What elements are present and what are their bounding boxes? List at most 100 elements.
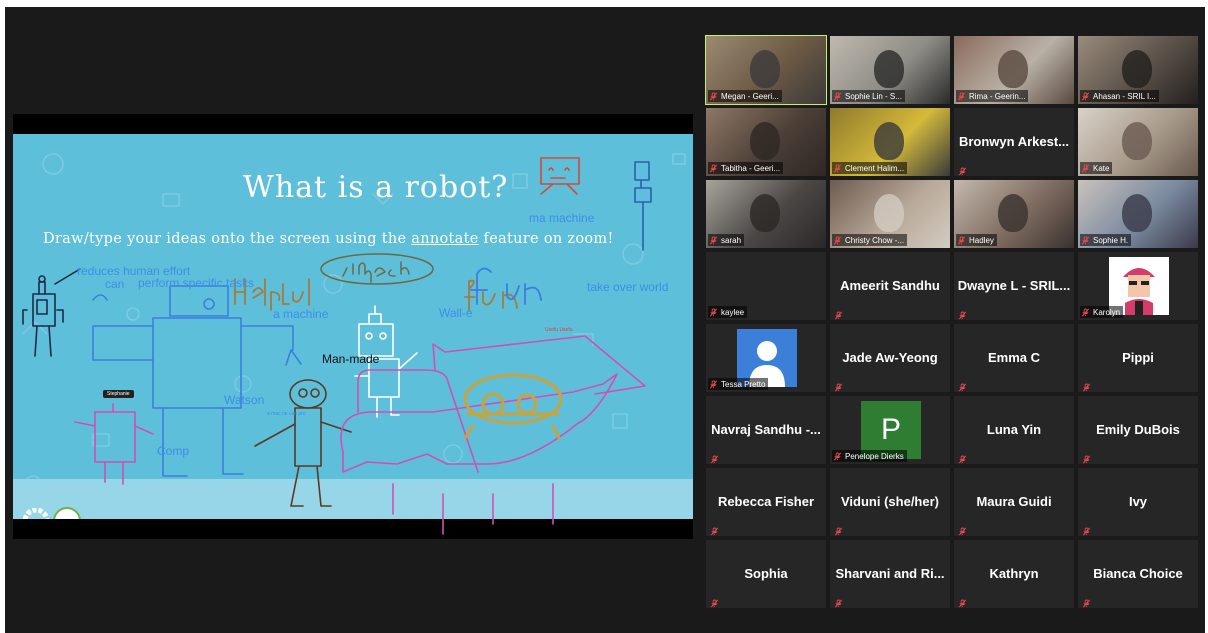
muted-mic-icon: [833, 235, 842, 245]
participant-tile[interactable]: Tabitha - Geeri...: [706, 108, 826, 176]
participant-tile[interactable]: Emma C: [954, 324, 1074, 392]
annotation-man-made: Man-made: [322, 352, 380, 366]
muted-mic-icon: [1082, 595, 1091, 608]
participant-name: Kate: [1093, 163, 1110, 173]
muted-mic-icon: [709, 163, 718, 173]
muted-mic-icon: [834, 595, 843, 608]
participant-tile[interactable]: Tessa Pretto: [706, 324, 826, 392]
participant-tile[interactable]: Clement Halim...: [830, 108, 950, 176]
participant-name: Sophie H.: [1093, 235, 1129, 245]
participant-tile[interactable]: Hadley: [954, 180, 1074, 248]
participant-name: Maura Guidi: [976, 494, 1052, 509]
participant-silhouette: [874, 122, 904, 160]
participant-tile[interactable]: Kate: [1078, 108, 1198, 176]
participant-tile[interactable]: Kathryn: [954, 540, 1074, 608]
annotation-small-note: a mac ne can pro: [267, 411, 306, 417]
participant-name-label: Christy Chow -...: [832, 234, 908, 246]
muted-mic-icon: [1081, 307, 1090, 317]
participant-tile[interactable]: Rebecca Fisher: [706, 468, 826, 536]
participant-silhouette: [998, 194, 1028, 232]
participant-tile[interactable]: Rima - Geerin...: [954, 36, 1074, 104]
muted-mic-icon: [833, 451, 842, 461]
participant-tile[interactable]: Sophia: [706, 540, 826, 608]
participant-name: Navraj Sandhu -...: [711, 422, 821, 437]
muted-mic-icon: [1081, 163, 1090, 173]
muted-mic-icon: [1082, 523, 1091, 536]
participant-name: Viduni (she/her): [841, 494, 939, 509]
participant-name: Ahasan - SRIL I...: [1093, 91, 1156, 101]
participant-tile[interactable]: Megan - Geeri...: [705, 35, 827, 105]
participant-name: Karolyn: [1093, 307, 1121, 317]
zoom-meeting-window: What is a robot? Draw/type your ideas on…: [5, 7, 1205, 633]
muted-mic-icon: [1082, 379, 1091, 392]
annotation-drawings: [22, 157, 652, 535]
participant-silhouette: [874, 194, 904, 232]
avatar-initial: P: [880, 413, 901, 446]
muted-mic-icon: [709, 307, 718, 317]
participant-tile[interactable]: Luna Yin: [954, 396, 1074, 464]
participant-tile[interactable]: Navraj Sandhu -...: [706, 396, 826, 464]
participant-tile[interactable]: Ameerit Sandhu: [830, 252, 950, 320]
annotation-comp: Comp: [157, 444, 190, 458]
participant-name-label: Sophie H.: [1080, 234, 1132, 246]
participant-name-label: Hadley: [956, 234, 997, 246]
participant-tile[interactable]: Pippi: [1078, 324, 1198, 392]
screen-share-area: What is a robot? Draw/type your ideas on…: [13, 114, 693, 539]
participant-name: Dwayne L - SRIL...: [957, 278, 1071, 293]
annotation-a-machine: a machine: [273, 307, 329, 321]
participant-name: Jade Aw-Yeong: [842, 350, 938, 365]
participant-tile[interactable]: Dwayne L - SRIL...: [954, 252, 1074, 320]
participant-name: Clement Halim...: [845, 163, 905, 173]
participant-silhouette: [750, 122, 780, 160]
participant-tile[interactable]: Maura Guidi: [954, 468, 1074, 536]
annotation-perform-specific-tasks: perform specific tasks: [138, 276, 255, 290]
participant-name: kaylee: [721, 307, 745, 317]
participant-tile[interactable]: Sophie Lin - S...: [830, 36, 950, 104]
participant-gallery: Megan - Geeri... Sophie Lin - S... Rima - …: [705, 35, 1200, 608]
participant-name: Hadley: [969, 235, 994, 245]
participant-name: Sophia: [744, 566, 788, 581]
annotation-can: can: [105, 277, 125, 291]
participant-name: Ameerit Sandhu: [840, 278, 940, 293]
participant-silhouette: [1122, 194, 1152, 232]
participant-name: Luna Yin: [986, 422, 1042, 437]
participant-name: Rebecca Fisher: [717, 494, 815, 509]
participant-name: Bronwyn Arkest...: [958, 134, 1070, 149]
muted-mic-icon: [958, 451, 967, 464]
participant-tile[interactable]: Bianca Choice: [1078, 540, 1198, 608]
participant-tile[interactable]: Karolyn: [1078, 252, 1198, 320]
muted-mic-icon: [1082, 451, 1091, 464]
participant-tile[interactable]: kaylee: [706, 252, 826, 320]
participant-name-label: kaylee: [708, 306, 748, 318]
participant-name-label: Megan - Geeri...: [708, 90, 782, 102]
participant-tile[interactable]: Christy Chow -...: [830, 180, 950, 248]
participant-name-label: Karolyn: [1080, 306, 1124, 318]
muted-mic-icon: [710, 595, 719, 608]
participant-silhouette: [750, 194, 780, 232]
participant-name: Sharvani and Ri...: [835, 566, 945, 581]
participant-name: Emma C: [987, 350, 1041, 365]
participant-name: Bianca Choice: [1093, 566, 1183, 581]
participant-tile[interactable]: Jade Aw-Yeong: [830, 324, 950, 392]
muted-mic-icon: [957, 235, 966, 245]
annotation-watson: Watson: [224, 393, 265, 407]
muted-mic-icon: [1081, 235, 1090, 245]
muted-mic-icon: [834, 307, 843, 320]
participant-name: Emily DuBois: [1096, 422, 1180, 437]
participant-tile[interactable]: Bronwyn Arkest...: [954, 108, 1074, 176]
participant-name: Tabitha - Geeri...: [721, 163, 781, 173]
participant-name-label: Clement Halim...: [832, 162, 908, 174]
muted-mic-icon: [958, 595, 967, 608]
participant-tile[interactable]: Ahasan - SRIL I...: [1078, 36, 1198, 104]
participant-name: Kathryn: [989, 566, 1039, 581]
participant-silhouette: [874, 50, 904, 88]
participant-tile[interactable]: sarah: [706, 180, 826, 248]
participant-tile[interactable]: Sophie H.: [1078, 180, 1198, 248]
participant-tile[interactable]: P Penelope Dierks: [830, 396, 950, 464]
participant-tile[interactable]: Emily DuBois: [1078, 396, 1198, 464]
participant-tile[interactable]: Viduni (she/her): [830, 468, 950, 536]
participant-tile[interactable]: Sharvani and Ri...: [830, 540, 950, 608]
participant-tile[interactable]: Ivy: [1078, 468, 1198, 536]
muted-mic-icon: [710, 451, 719, 464]
participant-name: Ivy: [1128, 494, 1148, 509]
